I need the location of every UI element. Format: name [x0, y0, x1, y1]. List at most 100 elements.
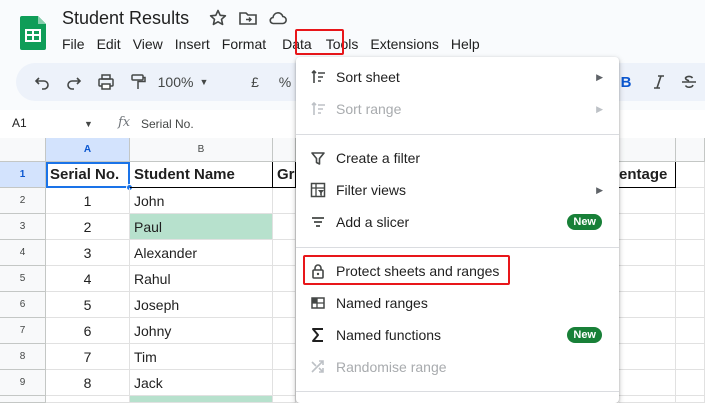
cell-row-10[interactable] — [619, 396, 676, 403]
menu-item-sort-range[interactable]: Sort range ▶ — [296, 93, 619, 125]
row-header-3[interactable]: 3 — [0, 214, 46, 240]
cell-grade[interactable] — [273, 214, 296, 240]
cell-grade[interactable] — [273, 240, 296, 266]
cell-serial[interactable]: 7 — [46, 344, 130, 370]
cell-serial[interactable]: 1 — [46, 188, 130, 214]
column-header-b[interactable]: B — [130, 138, 273, 162]
cell-empty[interactable] — [676, 266, 705, 292]
row-header-4[interactable]: 4 — [0, 240, 46, 266]
row-header-8[interactable]: 8 — [0, 344, 46, 370]
cell-percentage[interactable] — [619, 370, 676, 396]
cell-serial[interactable]: 2 — [46, 214, 130, 240]
cell-name[interactable]: Rahul — [130, 266, 273, 292]
italic-icon[interactable] — [648, 63, 670, 101]
cell-empty[interactable] — [676, 344, 705, 370]
cell-name[interactable]: Alexander — [130, 240, 273, 266]
cell-percentage[interactable] — [619, 344, 676, 370]
cell-grade[interactable] — [273, 266, 296, 292]
cell-row-10[interactable] — [130, 396, 273, 403]
paint-format-icon[interactable] — [124, 63, 152, 101]
move-folder-icon[interactable] — [238, 8, 258, 28]
menu-item-filter-views[interactable]: Filter views ▶ — [296, 174, 619, 206]
cell-name[interactable]: Johny — [130, 318, 273, 344]
cloud-saved-icon[interactable] — [268, 8, 288, 28]
undo-icon[interactable] — [28, 63, 56, 101]
star-icon[interactable] — [208, 8, 228, 28]
cell-grade[interactable] — [273, 318, 296, 344]
menu-file[interactable]: File — [56, 33, 91, 55]
select-all-corner[interactable] — [0, 138, 46, 162]
document-title[interactable]: Student Results — [62, 8, 189, 29]
cell-e1[interactable] — [676, 162, 705, 188]
cell-empty[interactable] — [676, 214, 705, 240]
cell-a1[interactable]: Serial No. — [46, 162, 130, 188]
menu-item-sort-sheet[interactable]: Sort sheet ▶ — [296, 61, 619, 93]
cell-percentage[interactable] — [619, 188, 676, 214]
menu-item-add-slicer[interactable]: Add a slicer New — [296, 206, 619, 238]
menu-format[interactable]: Format — [216, 33, 272, 55]
cell-grade[interactable] — [273, 344, 296, 370]
row-header-10[interactable] — [0, 396, 46, 403]
sheets-logo[interactable] — [20, 16, 46, 50]
column-header-c[interactable] — [273, 138, 296, 162]
cell-row-10[interactable] — [46, 396, 130, 403]
sort-icon — [309, 68, 327, 86]
cell-name[interactable]: Tim — [130, 344, 273, 370]
cell-name[interactable]: Joseph — [130, 292, 273, 318]
row-header-1[interactable]: 1 — [0, 162, 46, 188]
name-box-dropdown-icon[interactable]: ▼ — [84, 119, 93, 129]
cell-serial[interactable]: 3 — [46, 240, 130, 266]
cell-grade[interactable] — [273, 188, 296, 214]
strikethrough-icon[interactable] — [678, 63, 700, 101]
menu-item-create-filter[interactable]: Create a filter — [296, 142, 619, 174]
cell-name[interactable]: Jack — [130, 370, 273, 396]
row-header-2[interactable]: 2 — [0, 188, 46, 214]
cell-name[interactable]: John — [130, 188, 273, 214]
cell-percentage[interactable] — [619, 318, 676, 344]
menu-item-named-functions[interactable]: Named functions New — [296, 319, 619, 351]
cell-percentage[interactable] — [619, 292, 676, 318]
cell-empty[interactable] — [676, 370, 705, 396]
cell-name[interactable]: Paul — [130, 214, 273, 240]
menu-extensions[interactable]: Extensions — [364, 33, 444, 55]
cell-grade[interactable] — [273, 370, 296, 396]
menu-item-label: Filter views — [336, 182, 407, 198]
currency-format-button[interactable]: £ — [242, 63, 268, 101]
cell-serial[interactable]: 6 — [46, 318, 130, 344]
row-header-6[interactable]: 6 — [0, 292, 46, 318]
cell-empty[interactable] — [676, 188, 705, 214]
cell-empty[interactable] — [676, 240, 705, 266]
column-header-a[interactable]: A — [46, 138, 130, 162]
menu-view[interactable]: View — [127, 33, 169, 55]
menu-insert[interactable]: Insert — [169, 33, 216, 55]
cell-empty[interactable] — [676, 292, 705, 318]
cell-row-10[interactable] — [273, 396, 296, 403]
menu-help[interactable]: Help — [445, 33, 486, 55]
percent-format-button[interactable]: % — [274, 63, 296, 101]
menu-edit[interactable]: Edit — [91, 33, 127, 55]
menu-item-named-ranges[interactable]: Named ranges — [296, 287, 619, 319]
cell-serial[interactable]: 5 — [46, 292, 130, 318]
print-icon[interactable] — [92, 63, 120, 101]
redo-icon[interactable] — [60, 63, 88, 101]
cell-serial[interactable]: 8 — [46, 370, 130, 396]
cell-percentage[interactable] — [619, 240, 676, 266]
menu-item-randomise-range[interactable]: Randomise range — [296, 351, 619, 383]
cell-b1[interactable]: Student Name — [130, 162, 273, 188]
cell-percentage[interactable] — [619, 266, 676, 292]
cell-grade[interactable] — [273, 292, 296, 318]
row-header-9[interactable]: 9 — [0, 370, 46, 396]
cell-empty[interactable] — [676, 318, 705, 344]
name-box[interactable]: A1 — [12, 116, 27, 130]
formula-input[interactable]: Serial No. — [141, 117, 194, 131]
cell-row-10[interactable] — [676, 396, 705, 403]
cell-c1[interactable]: Gr — [273, 162, 296, 188]
zoom-select[interactable]: 100% ▼ — [158, 63, 209, 101]
row-header-7[interactable]: 7 — [0, 318, 46, 344]
cell-d1[interactable]: entage — [619, 162, 676, 188]
column-header-e[interactable] — [676, 138, 705, 162]
column-header-d[interactable] — [619, 138, 676, 162]
row-header-5[interactable]: 5 — [0, 266, 46, 292]
cell-percentage[interactable] — [619, 214, 676, 240]
cell-serial[interactable]: 4 — [46, 266, 130, 292]
